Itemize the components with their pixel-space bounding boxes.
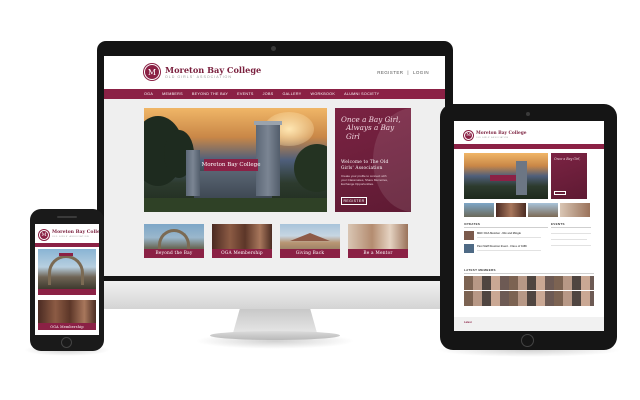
site-subtitle: Old Girls' Association — [52, 236, 89, 238]
college-crest-logo[interactable]: M — [144, 64, 160, 80]
nav-item-oga[interactable]: OGA — [144, 92, 153, 96]
desktop-website: M Moreton Bay College Old Girls' Associa… — [104, 56, 445, 276]
tablet-tile[interactable] — [464, 203, 494, 217]
member-avatars[interactable] — [464, 276, 594, 306]
site-title[interactable]: Moreton Bay College — [165, 65, 261, 75]
phone-home-button[interactable] — [61, 337, 72, 348]
avatar-row-divider — [464, 290, 594, 291]
stone-pillar — [186, 150, 200, 196]
news-item-title[interactable]: Past Staff Reunion Event - Class of 1986 — [477, 245, 527, 248]
site-subtitle: Old Girls' Association — [476, 137, 509, 139]
news-item-title[interactable]: MBC OGA Member - Mix and Mingle — [477, 232, 521, 235]
nav-item-events[interactable]: EVENTS — [237, 92, 254, 96]
register-link[interactable]: REGISTER — [377, 70, 403, 75]
nav-item-workbook[interactable]: WORKBOOK — [311, 92, 336, 96]
building-roof — [290, 233, 330, 241]
crest-letter: M — [41, 232, 47, 238]
college-sign — [490, 175, 516, 181]
tablet-tile[interactable] — [560, 203, 590, 217]
college-sign: Moreton Bay College — [202, 159, 260, 171]
login-link[interactable]: LOGIN — [413, 70, 429, 75]
welcome-text: Create your profile to connect with your… — [341, 174, 388, 187]
news-thumbnail[interactable] — [464, 244, 474, 253]
welcome-panel: Once a Bay Girl, Always a Bay Girl Welco… — [335, 108, 411, 212]
tablet-home-button[interactable] — [521, 334, 534, 347]
tablet-footer: Latest — [454, 317, 604, 331]
arch-sign — [59, 253, 73, 256]
tablet-tile[interactable] — [528, 203, 558, 217]
tile-beyond-the-bay[interactable]: Beyond the Bay — [144, 224, 204, 258]
imac-camera — [271, 46, 276, 51]
divider — [551, 227, 591, 228]
garden-ground — [144, 198, 327, 212]
tablet-hero-image — [464, 153, 548, 199]
tile-label: OGA Membership — [38, 323, 96, 330]
tablet-website: M Moreton Bay College Old Girls' Associa… — [454, 121, 604, 331]
updates-heading: UPDATES — [464, 222, 481, 226]
mobile-hero-caption — [38, 289, 96, 295]
footer-latest-label: Latest — [464, 321, 472, 324]
site-title[interactable]: Moreton Bay College — [476, 131, 527, 136]
imac-stand-neck — [233, 309, 317, 333]
tile-giving-back[interactable]: Giving Back — [280, 224, 340, 258]
tile-label: Be a Mentor — [348, 249, 408, 258]
divider — [464, 227, 548, 228]
nav-item-members[interactable]: MEMBERS — [162, 92, 183, 96]
register-button[interactable]: REGISTER — [341, 197, 367, 205]
crest-letter: M — [466, 133, 471, 138]
main-nav: OGA MEMBERS BEYOND THE BAY EVENTS JOBS G… — [104, 89, 445, 99]
imac-chin — [97, 281, 453, 309]
nav-item-gallery[interactable]: GALLERY — [283, 92, 302, 96]
college-crest-logo[interactable]: M — [464, 131, 473, 140]
news-thumbnail[interactable] — [464, 231, 474, 240]
latest-members-heading: LATEST MEMBERS — [464, 268, 496, 272]
nav-item-jobs[interactable]: JOBS — [263, 92, 274, 96]
stone-pillar — [516, 161, 527, 195]
tile-label: Giving Back — [280, 249, 340, 258]
imac-stand-foot — [210, 331, 340, 340]
tablet-welcome-panel: Once a Bay Girl, — [551, 153, 587, 199]
text-line — [477, 250, 541, 251]
site-header: M Moreton Bay College Old Girls' Associa… — [104, 56, 445, 89]
site-subtitle: Old Girls' Association — [165, 75, 232, 79]
nav-item-beyond-the-bay[interactable]: BEYOND THE BAY — [192, 92, 228, 96]
header-links: REGISTER | LOGIN — [375, 70, 431, 75]
hero-image: Moreton Bay College — [144, 108, 327, 212]
panel-tagline: Once a Bay Girl, — [554, 157, 581, 161]
tile-label: Beyond the Bay — [144, 249, 204, 258]
mobile-website: M Moreton Bay College Old Girls' Associa… — [35, 224, 99, 335]
phone-speaker — [57, 216, 77, 218]
pillar-cap — [254, 121, 282, 125]
tagline-line-2: Always a Bay Girl — [346, 123, 395, 141]
tile-label: OGA Membership — [212, 249, 272, 258]
arch-shape — [48, 255, 84, 285]
event-line — [551, 245, 591, 246]
tablet-camera — [526, 112, 530, 116]
text-line — [477, 237, 541, 238]
tablet-tile[interactable] — [496, 203, 526, 217]
events-heading: EVENTS — [551, 222, 565, 226]
crest-letter: M — [147, 67, 157, 77]
welcome-heading: Welcome to The Old Girls' Association — [341, 160, 389, 171]
site-title[interactable]: Moreton Bay College — [52, 230, 99, 235]
event-line — [551, 233, 591, 234]
tile-oga-membership[interactable]: OGA Membership — [212, 224, 272, 258]
tablet-nav-bar[interactable] — [454, 144, 604, 149]
mobile-tile-image: OGA Membership — [38, 300, 96, 330]
panel-register-button[interactable] — [554, 191, 566, 195]
mobile-hero-image — [38, 249, 96, 289]
tile-be-a-mentor[interactable]: Be a Mentor — [348, 224, 408, 258]
mobile-nav-bar[interactable] — [35, 243, 99, 247]
event-line — [551, 239, 587, 240]
header-separator: | — [407, 70, 409, 75]
tree-silhouette — [294, 144, 327, 192]
panel-tagline: Once a Bay Girl, Always a Bay Girl — [341, 115, 407, 141]
divider — [464, 273, 594, 274]
college-crest-logo[interactable]: M — [39, 230, 49, 240]
nav-item-alumni-society[interactable]: ALUMNI SOCIETY — [344, 92, 379, 96]
stone-pillar — [256, 124, 280, 196]
